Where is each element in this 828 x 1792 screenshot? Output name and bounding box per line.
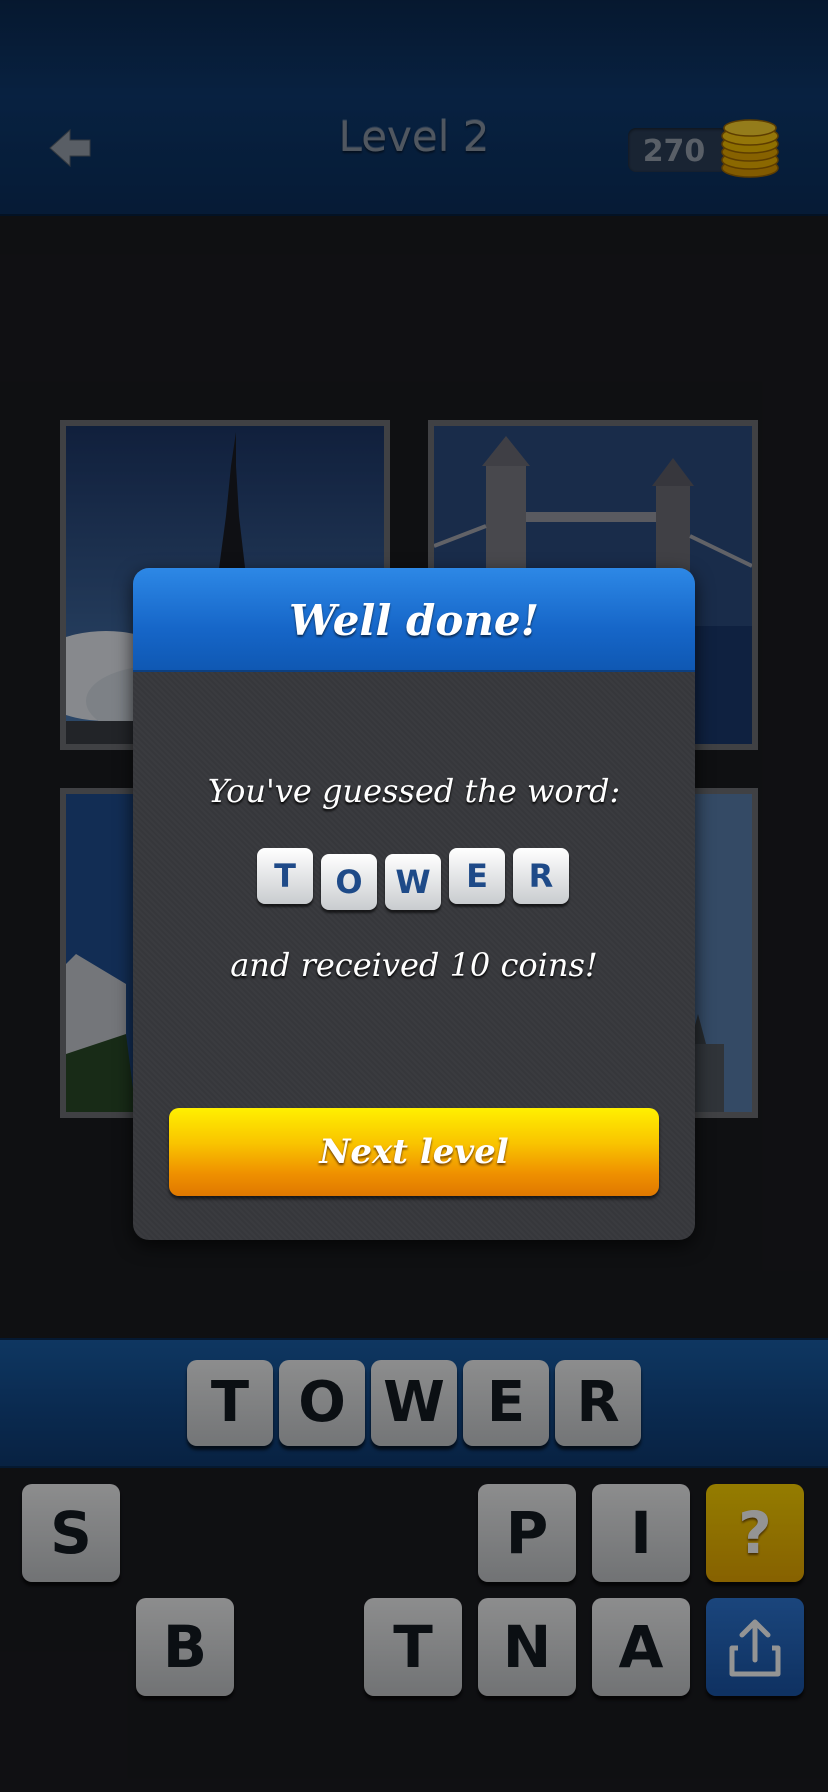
- guessed-message: You've guessed the word:: [207, 772, 621, 810]
- word-tile: E: [449, 848, 505, 904]
- word-tile: W: [385, 854, 441, 910]
- word-tile: R: [513, 848, 569, 904]
- reward-message: and received 10 coins!: [230, 946, 598, 984]
- dialog-title: Well done!: [288, 596, 540, 645]
- dialog-header: Well done!: [133, 568, 695, 672]
- next-level-button[interactable]: Next level: [169, 1108, 659, 1196]
- word-tile: O: [321, 854, 377, 910]
- success-dialog: Well done! You've guessed the word: T O …: [133, 568, 695, 1240]
- word-tile: T: [257, 848, 313, 904]
